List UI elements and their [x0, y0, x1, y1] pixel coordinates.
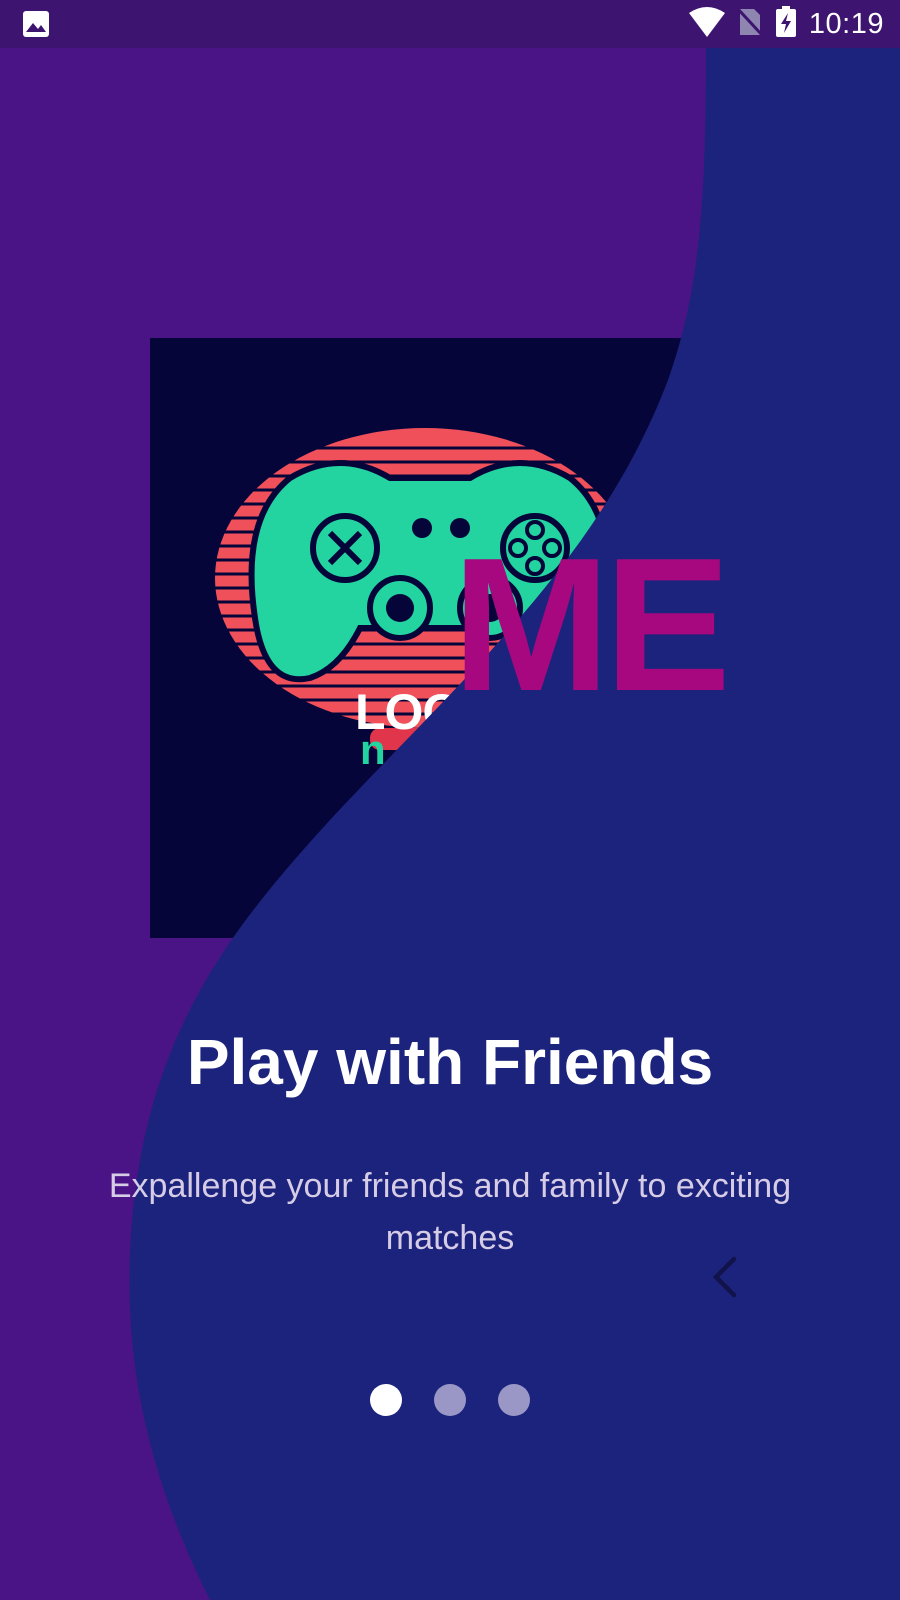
brand-text: ME — [452, 519, 731, 731]
no-sim-icon — [736, 7, 764, 42]
page-dot-2[interactable] — [434, 1384, 466, 1416]
page-indicator — [0, 1384, 900, 1416]
status-icons: 10:19 — [688, 5, 884, 43]
page-dot-3[interactable] — [498, 1384, 530, 1416]
status-bar: 10:19 — [0, 0, 900, 48]
status-time: 10:19 — [808, 7, 884, 40]
chevron-left-icon — [712, 1256, 737, 1298]
image-icon — [22, 10, 50, 43]
battery-charging-icon — [775, 5, 797, 43]
wifi-icon — [688, 6, 725, 42]
page-dot-1[interactable] — [370, 1384, 402, 1416]
onboarding-subtitle: Expallenge your friends and family to ex… — [108, 1167, 792, 1257]
wave-overlay — [129, 48, 900, 1600]
back-button[interactable] — [700, 1252, 750, 1302]
onboarding-title: Play with Friends — [186, 1026, 714, 1098]
